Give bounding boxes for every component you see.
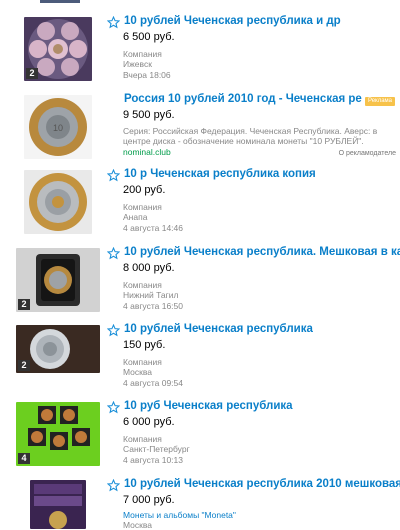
listing-city: Москва <box>123 367 153 377</box>
photo-count-badge: 2 <box>26 68 38 79</box>
photo-count-badge: 2 <box>18 299 30 310</box>
listing-title[interactable]: 10 рублей Чеченская республика. Мешковая… <box>124 246 400 258</box>
listing-item[interactable]: 2 10 рублей Чеченская республика и др 6 … <box>0 15 400 93</box>
listing-price: 7 000 руб. <box>123 494 175 506</box>
listing-city: Анапа <box>123 212 148 222</box>
listing-title[interactable]: 10 руб Чеченская республика <box>124 400 400 412</box>
seller-store-link[interactable]: Монеты и альбомы "Moneta" <box>123 510 236 520</box>
listing-price: 9 500 руб. <box>123 109 175 121</box>
listing-item[interactable]: 10 рублей Чеченская республика 2010 мешк… <box>0 478 400 530</box>
listing-thumbnail[interactable]: 2 <box>24 17 92 81</box>
ad-description: Серия: Российская Федерация. Чеченская Р… <box>123 126 378 146</box>
star-outline-icon[interactable] <box>107 169 120 182</box>
listing-price: 200 руб. <box>123 184 166 196</box>
listing-title[interactable]: 10 рублей Чеченская республика <box>124 323 400 335</box>
listing-city: Ижевск <box>123 59 152 69</box>
listing-price: 6 500 руб. <box>123 31 175 43</box>
star-outline-icon[interactable] <box>107 247 120 260</box>
listing-date: 4 августа 16:50 <box>123 301 183 311</box>
listing-title[interactable]: 10 р Чеченская республика копия <box>124 168 400 180</box>
listing-title[interactable]: 10 рублей Чеченская республика и др <box>124 15 400 27</box>
ad-badge: Реклама <box>365 97 395 106</box>
listing-date: 4 августа 09:54 <box>123 378 183 388</box>
listing-date: 4 августа 10:13 <box>123 455 183 465</box>
listing-city: Санкт-Петербург <box>123 444 190 454</box>
listing-item[interactable]: 2 10 рублей Чеченская республика 150 руб… <box>0 323 400 401</box>
seller-type: Компания <box>123 49 162 59</box>
listing-thumbnail[interactable]: 4 <box>16 402 100 466</box>
star-outline-icon[interactable] <box>107 16 120 29</box>
previous-item-thumbnail-edge <box>40 0 80 3</box>
seller-type: Компания <box>123 280 162 290</box>
listing-price: 8 000 руб. <box>123 262 175 274</box>
listing-item[interactable]: 4 10 руб Чеченская республика 6 000 руб.… <box>0 400 400 478</box>
seller-type: Компания <box>123 434 162 444</box>
listing-item[interactable]: 2 10 рублей Чеченская республика. Мешков… <box>0 246 400 324</box>
star-outline-icon[interactable] <box>107 479 120 492</box>
listing-date: 4 августа 14:46 <box>123 223 183 233</box>
listing-thumbnail[interactable]: 2 <box>16 248 100 312</box>
svg-text:10: 10 <box>53 123 63 133</box>
listing-thumbnail[interactable] <box>24 170 92 234</box>
listing-price: 150 руб. <box>123 339 166 351</box>
listing-item[interactable]: 10 р Чеченская республика копия 200 руб.… <box>0 168 400 246</box>
listing-title[interactable]: 10 рублей Чеченская республика 2010 мешк… <box>124 478 400 490</box>
listing-date: Вчера 18:06 <box>123 70 171 80</box>
star-outline-icon[interactable] <box>107 324 120 337</box>
listing-title[interactable]: Россия 10 рублей 2010 год - Чеченская ре… <box>124 93 362 105</box>
listing-city: Нижний Тагил <box>123 290 179 300</box>
listing-thumbnail[interactable]: 2 <box>16 325 100 373</box>
photo-count-badge: 4 <box>18 453 30 464</box>
listing-thumbnail[interactable]: 10 <box>24 95 92 159</box>
listing-price: 6 000 руб. <box>123 416 175 428</box>
ad-domain-link[interactable]: nominal.club <box>123 147 171 157</box>
star-outline-icon[interactable] <box>107 401 120 414</box>
seller-type: Компания <box>123 202 162 212</box>
advertiser-info-link[interactable]: О рекламодателе <box>339 150 396 157</box>
ad-listing-item[interactable]: 10 Россия 10 рублей 2010 год - Чеченская… <box>0 93 400 171</box>
seller-type: Компания <box>123 357 162 367</box>
photo-count-badge: 2 <box>18 360 30 371</box>
listing-thumbnail[interactable] <box>30 480 86 529</box>
